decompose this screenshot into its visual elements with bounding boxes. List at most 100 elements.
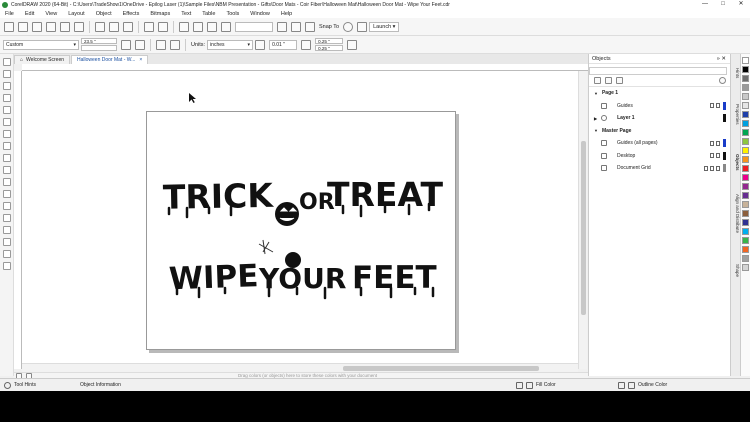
horizontal-scrollbar[interactable]: [22, 363, 578, 372]
publish-pdf-icon[interactable]: [221, 21, 231, 32]
delete-layer-icon[interactable]: [616, 77, 623, 84]
palette-swatch[interactable]: [742, 210, 749, 217]
menu-tools[interactable]: Tools: [226, 11, 239, 17]
print-toggle-icon[interactable]: [710, 140, 714, 146]
launch-button[interactable]: Launch ▾: [369, 21, 400, 32]
duplicate-x-field[interactable]: 0.25 ": [315, 38, 344, 44]
tree-master-page[interactable]: ▼ Master Page: [589, 125, 730, 138]
new-master-layer-icon[interactable]: [605, 77, 612, 84]
portrait-icon[interactable]: [121, 39, 131, 50]
landscape-icon[interactable]: [135, 39, 145, 50]
halloween-artwork[interactable]: TRICK OR TREAT WIPE YOUR FEET: [147, 112, 457, 351]
vertical-ruler[interactable]: [14, 71, 22, 369]
application-launcher-icon[interactable]: [357, 21, 368, 32]
tab-objects[interactable]: Objects: [732, 154, 740, 171]
palette-swatch[interactable]: [742, 66, 749, 73]
cloud-upload-icon[interactable]: [46, 21, 56, 32]
drawing-canvas[interactable]: TRICK OR TREAT WIPE YOUR FEET: [22, 71, 578, 363]
visibility-eye-icon[interactable]: [704, 165, 708, 171]
menu-table[interactable]: Table: [202, 11, 215, 17]
palette-swatch[interactable]: [742, 147, 749, 154]
smart-fill-tool-icon[interactable]: [3, 250, 11, 258]
cloud-download-icon[interactable]: [60, 21, 70, 32]
tab-align-and-distribute[interactable]: Align and Distribute: [732, 194, 740, 233]
palette-swatch[interactable]: [742, 57, 749, 64]
interactive-fill-tool-icon[interactable]: [3, 238, 11, 246]
snap-to-dropdown[interactable]: Snap To: [319, 24, 339, 30]
line-wipe-your-feet[interactable]: WIPE YOUR FEET: [168, 239, 437, 300]
page-width-field[interactable]: 23.5 ": [81, 38, 117, 44]
import-icon[interactable]: [193, 21, 203, 32]
paste-icon[interactable]: [123, 21, 133, 32]
palette-swatch[interactable]: [742, 219, 749, 226]
new-document-icon[interactable]: [4, 21, 14, 32]
line-trick-or-treat[interactable]: TRICK OR TREAT: [163, 175, 444, 226]
menu-view[interactable]: View: [45, 11, 57, 17]
palette-swatch[interactable]: [742, 138, 749, 145]
tab-properties[interactable]: Properties: [732, 104, 740, 125]
menu-object[interactable]: Object: [96, 11, 112, 17]
palette-swatch[interactable]: [742, 120, 749, 127]
document-page[interactable]: TRICK OR TREAT WIPE YOUR FEET: [146, 111, 456, 350]
menu-window[interactable]: Window: [250, 11, 270, 17]
layer-color-swatch[interactable]: [723, 139, 726, 148]
new-layer-icon[interactable]: [594, 77, 601, 84]
palette-swatch[interactable]: [742, 201, 749, 208]
options-gear-icon[interactable]: [343, 21, 354, 32]
outline-color-indicator[interactable]: Outline Color: [618, 381, 667, 389]
menu-help[interactable]: Help: [281, 11, 292, 17]
print-toggle-icon[interactable]: [710, 103, 714, 109]
expand-arrow-icon[interactable]: ▼: [594, 128, 598, 133]
rectangle-tool-icon[interactable]: [3, 130, 11, 138]
print-icon[interactable]: [74, 21, 84, 32]
tab-welcome-screen[interactable]: ⌂ Welcome Screen: [14, 55, 71, 64]
palette-swatch[interactable]: [742, 237, 749, 244]
maximize-button[interactable]: □: [714, 0, 732, 9]
copy-icon[interactable]: [109, 21, 119, 32]
tree-item-layer-1[interactable]: ▶ Layer 1: [589, 112, 730, 125]
artistic-media-tool-icon[interactable]: [3, 118, 11, 126]
menu-text[interactable]: Text: [181, 11, 191, 17]
close-tab-icon[interactable]: ×: [139, 57, 142, 63]
palette-swatch[interactable]: [742, 174, 749, 181]
palette-swatch[interactable]: [742, 156, 749, 163]
tree-item-guides[interactable]: Guides: [589, 100, 730, 113]
treat-as-filled-icon[interactable]: [347, 39, 358, 50]
docker-controls[interactable]: » ✕: [717, 56, 726, 62]
all-pages-icon[interactable]: [156, 39, 166, 50]
lock-icon[interactable]: [716, 140, 720, 146]
print-toggle-icon[interactable]: [710, 165, 714, 171]
current-page-icon[interactable]: [170, 39, 180, 50]
print-toggle-icon[interactable]: [710, 153, 714, 159]
nudge-distance-field[interactable]: 0.01 ": [269, 39, 298, 50]
page-preset-select[interactable]: Custom ▾: [3, 39, 79, 50]
close-button[interactable]: ✕: [732, 0, 750, 9]
layer-color-swatch[interactable]: [723, 101, 726, 110]
palette-swatch[interactable]: [742, 129, 749, 136]
tree-item-guides-all-pages[interactable]: Guides (all pages): [589, 137, 730, 150]
expand-arrow-icon[interactable]: ▼: [594, 91, 598, 96]
menu-file[interactable]: File: [5, 11, 14, 17]
tab-halloween-door-mat[interactable]: Halloween Door Mat - W... ×: [71, 55, 149, 64]
palette-swatch[interactable]: [742, 84, 749, 91]
palette-swatch[interactable]: [742, 192, 749, 199]
polygon-tool-icon[interactable]: [3, 154, 11, 162]
fill-color-indicator[interactable]: Fill Color: [516, 381, 556, 389]
vertical-scrollbar[interactable]: [578, 71, 587, 369]
tree-item-desktop[interactable]: Desktop: [589, 150, 730, 163]
parallel-dimension-tool-icon[interactable]: [3, 178, 11, 186]
minimize-button[interactable]: —: [696, 0, 714, 9]
tab-hints[interactable]: Hints: [732, 68, 740, 78]
duplicate-y-field[interactable]: 0.25 ": [315, 45, 344, 51]
tree-item-document-grid[interactable]: Document Grid: [589, 162, 730, 175]
vertical-scroll-thumb[interactable]: [581, 141, 586, 315]
export-icon[interactable]: [207, 21, 217, 32]
palette-swatch[interactable]: [742, 75, 749, 82]
objects-search-input[interactable]: [589, 67, 727, 75]
freehand-tool-icon[interactable]: [3, 106, 11, 114]
horizontal-ruler[interactable]: [22, 64, 588, 71]
zoom-level-field[interactable]: [235, 21, 273, 32]
tool-hints[interactable]: Tool Hints: [4, 381, 36, 389]
menu-layout[interactable]: Layout: [68, 11, 85, 17]
search-content-icon[interactable]: [179, 21, 189, 32]
